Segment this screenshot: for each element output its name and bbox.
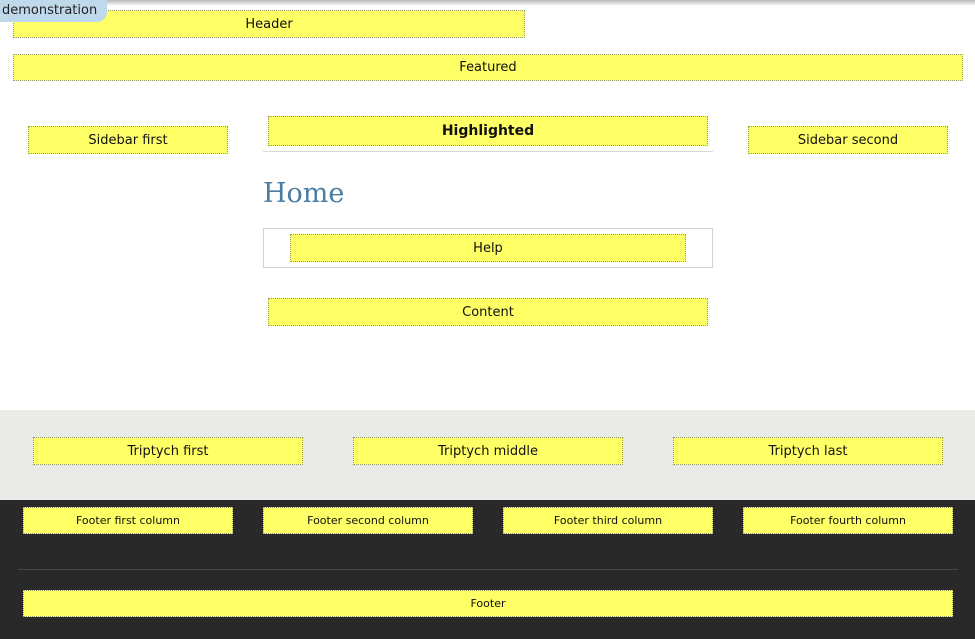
help-label: Help: [473, 240, 503, 256]
highlighted-label: Highlighted: [441, 123, 535, 139]
triptych-last-label: Triptych last: [768, 443, 848, 459]
footer-fourth-column-region: Footer fourth column: [743, 507, 953, 534]
top-shadow-bar: [0, 0, 975, 6]
help-region: Help: [290, 234, 686, 262]
footer-third-column-label: Footer third column: [553, 514, 663, 527]
content-label: Content: [462, 304, 514, 320]
triptych-middle-label: Triptych middle: [438, 443, 538, 459]
featured-region: Featured: [13, 54, 963, 81]
page-title: Home: [263, 178, 345, 209]
footer-region: Footer: [23, 590, 953, 617]
footer-fourth-column-label: Footer fourth column: [790, 514, 906, 527]
featured-region-label: Featured: [459, 60, 517, 75]
triptych-last-region: Triptych last: [673, 437, 943, 465]
footer-divider: [18, 569, 958, 570]
highlighted-region: Highlighted: [268, 116, 708, 146]
content-region: Content: [268, 298, 708, 326]
sidebar-second-region: Sidebar second: [748, 126, 948, 154]
triptych-first-label: Triptych first: [127, 443, 209, 459]
footer-label: Footer: [470, 597, 506, 610]
footer-second-column-label: Footer second column: [307, 514, 429, 527]
sidebar-first-label: Sidebar first: [88, 132, 168, 148]
highlighted-divider: [263, 151, 713, 152]
header-region-label: Header: [245, 16, 293, 32]
footer-third-column-region: Footer third column: [503, 507, 713, 534]
footer-first-column-label: Footer first column: [76, 514, 180, 527]
triptych-first-region: Triptych first: [33, 437, 303, 465]
footer-first-column-region: Footer first column: [23, 507, 233, 534]
sidebar-first-region: Sidebar first: [28, 126, 228, 154]
footer-second-column-region: Footer second column: [263, 507, 473, 534]
demonstration-tag[interactable]: demonstration: [0, 0, 108, 22]
triptych-middle-region: Triptych middle: [353, 437, 623, 465]
sidebar-second-label: Sidebar second: [797, 132, 899, 148]
